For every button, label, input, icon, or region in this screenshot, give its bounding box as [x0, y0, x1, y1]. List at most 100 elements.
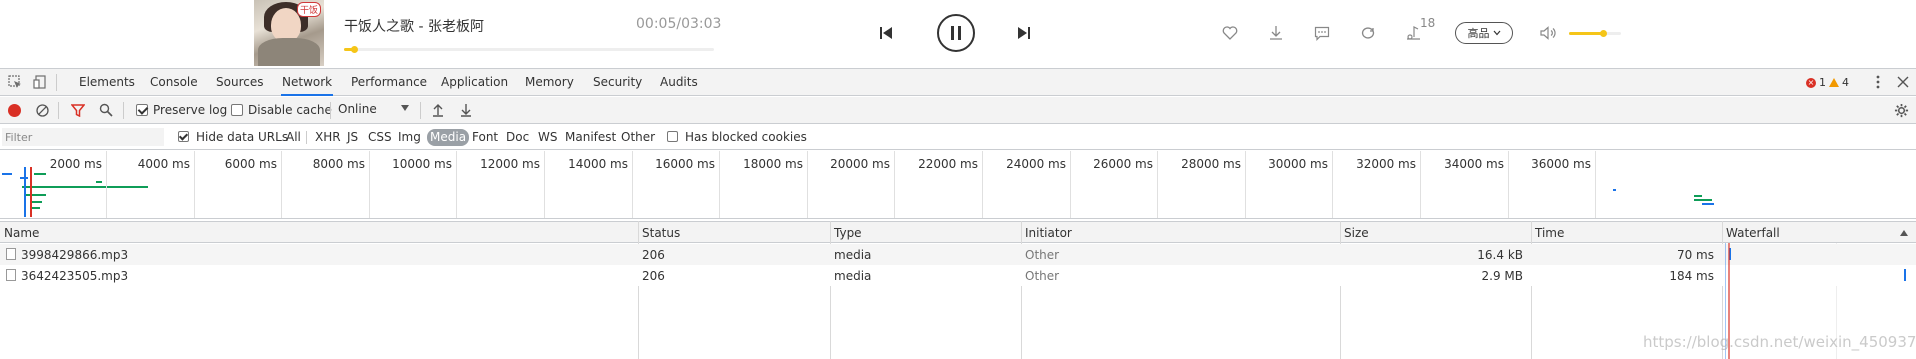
column-header-status[interactable]: Status	[642, 226, 680, 240]
pause-icon	[951, 26, 961, 40]
clear-icon[interactable]	[34, 102, 50, 118]
overview-tick-label: 4000 ms	[137, 157, 190, 171]
request-size: 16.4 kB	[1477, 248, 1523, 262]
preserve-log-checkbox[interactable]	[136, 104, 148, 116]
request-initiator: Other	[1025, 248, 1060, 262]
tab-memory[interactable]: Memory	[524, 69, 575, 96]
tab-sources[interactable]: Sources	[215, 69, 264, 96]
overview-tick-label: 10000 ms	[392, 157, 452, 171]
error-icon: ×	[1806, 77, 1816, 88]
tab-console[interactable]: Console	[149, 69, 199, 96]
filter-type-img[interactable]: Img	[396, 129, 423, 146]
column-divider[interactable]	[1531, 221, 1532, 359]
tab-audits[interactable]: Audits	[659, 69, 699, 96]
issues-badge[interactable]: × 1 4	[1806, 76, 1849, 89]
volume-button[interactable]	[1538, 22, 1560, 44]
playlist-count: 18	[1420, 16, 1436, 30]
comment-button[interactable]	[1311, 22, 1333, 44]
tab-security[interactable]: Security	[592, 69, 643, 96]
hide-data-urls-checkbox[interactable]	[178, 131, 189, 142]
filter-input[interactable]	[2, 128, 164, 146]
column-divider[interactable]	[1021, 221, 1022, 359]
overview-request-bar	[32, 207, 40, 209]
tab-performance[interactable]: Performance	[350, 69, 428, 96]
filter-type-doc[interactable]: Doc	[504, 129, 531, 146]
download-button[interactable]	[1265, 22, 1287, 44]
network-filter-bar: Hide data URLs All XHR JS CSS Img Media …	[0, 125, 1916, 150]
heart-icon	[1222, 26, 1238, 40]
progress-bar[interactable]	[344, 46, 714, 53]
search-icon[interactable]	[98, 102, 114, 118]
album-art[interactable]: 干饭	[254, 0, 324, 66]
overview-grid-line	[1595, 151, 1596, 218]
overview-request-bar	[1694, 199, 1712, 201]
music-player-bar: 干饭 干饭人之歌 - 张老板阿 00:05/03:03 18 高品	[0, 0, 1916, 66]
column-header-initiator[interactable]: Initiator	[1025, 226, 1072, 240]
overview-dom-line	[24, 167, 26, 217]
progress-knob[interactable]	[350, 46, 358, 53]
volume-slider[interactable]	[1569, 30, 1621, 37]
filter-icon[interactable]	[70, 102, 86, 118]
file-icon	[6, 269, 16, 281]
tab-application[interactable]: Application	[440, 69, 509, 96]
disable-cache-checkbox[interactable]	[231, 104, 243, 116]
request-time: 184 ms	[1669, 269, 1714, 283]
inspect-element-icon[interactable]	[7, 74, 23, 90]
quality-button[interactable]: 高品	[1455, 22, 1513, 44]
column-header-time[interactable]: Time	[1535, 226, 1564, 240]
filter-type-js[interactable]: JS	[345, 129, 360, 146]
record-icon[interactable]	[8, 104, 21, 117]
overview-grid-line	[281, 151, 282, 218]
column-divider[interactable]	[830, 221, 831, 359]
network-toolbar: Preserve log Disable cache Online	[0, 97, 1916, 124]
table-row[interactable]: 3642423505.mp3 206 media Other 2.9 MB 18…	[0, 265, 1916, 286]
loop-mode-button[interactable]	[1357, 22, 1379, 44]
overview-tick-label: 32000 ms	[1356, 157, 1416, 171]
toolbar-divider	[420, 102, 421, 119]
filter-type-media[interactable]: Media	[427, 129, 470, 146]
filter-type-all[interactable]: All	[284, 129, 303, 146]
overview-tick-label: 8000 ms	[312, 157, 365, 171]
column-header-size[interactable]: Size	[1344, 226, 1369, 240]
tab-network[interactable]: Network	[281, 69, 334, 96]
more-options-icon[interactable]	[1870, 74, 1886, 90]
request-status: 206	[642, 269, 665, 283]
table-header: Name Status Type Initiator Size Time Wat…	[0, 221, 1916, 243]
column-divider[interactable]	[1340, 221, 1341, 359]
previous-track-button[interactable]	[874, 21, 898, 45]
request-type: media	[834, 248, 872, 262]
export-har-icon[interactable]	[458, 102, 474, 118]
overview-tick-label: 22000 ms	[918, 157, 978, 171]
filter-type-font[interactable]: Font	[470, 129, 500, 146]
song-title[interactable]: 干饭人之歌 - 张老板阿	[344, 16, 484, 36]
filter-type-manifest[interactable]: Manifest	[563, 129, 618, 146]
column-header-type[interactable]: Type	[834, 226, 862, 240]
overview-tick-label: 6000 ms	[224, 157, 277, 171]
filter-type-xhr[interactable]: XHR	[313, 129, 343, 146]
overview-grid-line	[1508, 151, 1509, 218]
overview-tick-label: 12000 ms	[480, 157, 540, 171]
gear-icon[interactable]	[1893, 102, 1909, 118]
network-overview-timeline[interactable]: 2000 ms 4000 ms 6000 ms 8000 ms 10000 ms 1200…	[0, 151, 1916, 219]
has-blocked-cookies-checkbox[interactable]	[667, 131, 678, 142]
import-har-icon[interactable]	[430, 102, 446, 118]
request-size: 2.9 MB	[1481, 269, 1523, 283]
table-row[interactable]: 3998429866.mp3 206 media Other 16.4 kB 7…	[0, 244, 1916, 265]
filter-type-css[interactable]: CSS	[366, 129, 394, 146]
tab-elements[interactable]: Elements	[78, 69, 136, 96]
column-divider[interactable]	[638, 221, 639, 359]
device-toolbar-icon[interactable]	[32, 74, 48, 90]
close-icon[interactable]	[1895, 74, 1911, 90]
overview-grid-line	[1070, 151, 1071, 218]
request-name: 3642423505.mp3	[21, 269, 129, 283]
column-header-waterfall[interactable]: Waterfall	[1726, 226, 1780, 240]
hide-data-urls-label: Hide data URLs	[196, 130, 289, 144]
like-button[interactable]	[1219, 22, 1241, 44]
next-track-button[interactable]	[1012, 21, 1036, 45]
pause-button[interactable]	[937, 14, 975, 52]
filter-type-other[interactable]: Other	[619, 129, 657, 146]
volume-knob[interactable]	[1599, 30, 1607, 37]
filter-type-ws[interactable]: WS	[536, 129, 559, 146]
skip-previous-icon	[880, 27, 892, 39]
column-header-name[interactable]: Name	[4, 226, 39, 240]
